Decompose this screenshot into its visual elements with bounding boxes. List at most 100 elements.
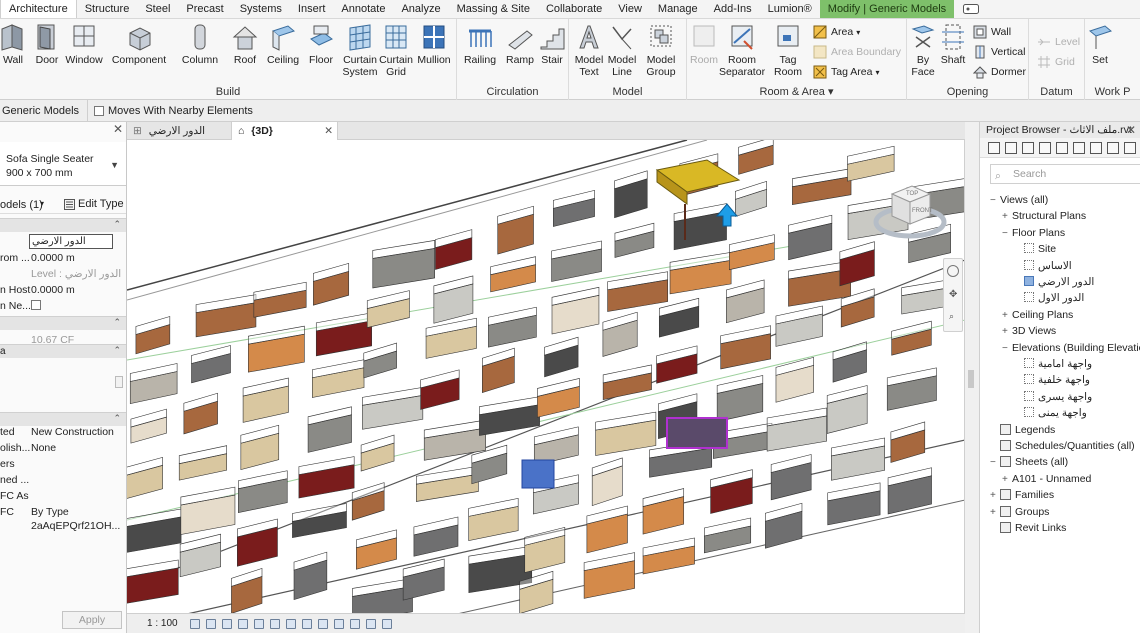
grid-tool[interactable]: Grid: [1037, 53, 1075, 71]
steering-wheel-icon[interactable]: [947, 265, 959, 277]
view-scale[interactable]: 1 : 100: [127, 618, 187, 629]
sun-path-icon[interactable]: [222, 618, 232, 629]
views-icon[interactable]: [1005, 141, 1017, 154]
tab-collaborate[interactable]: Collaborate: [538, 0, 610, 18]
curtain-system-tool[interactable]: Curtain System: [342, 23, 378, 78]
door-tool[interactable]: Door: [34, 23, 60, 66]
view-tab-ground-floor[interactable]: ⊞ الدور الارضي: [127, 122, 231, 140]
type-selector[interactable]: Sofa Single Seater 900 x 700 mm ▼: [0, 142, 126, 186]
tab-annotate[interactable]: Annotate: [333, 0, 393, 18]
floor-tool[interactable]: Floor: [306, 23, 336, 66]
tree-item[interactable]: − Floor Plans: [1002, 225, 1065, 241]
window-tool[interactable]: Window: [65, 23, 103, 66]
tab-manage[interactable]: Manage: [650, 0, 706, 18]
families-icon[interactable]: [1056, 141, 1068, 154]
curtain-grid-tool[interactable]: Curtain Grid: [379, 23, 413, 78]
tree-item[interactable]: − Sheets (all): [990, 454, 1068, 470]
sheets-icon[interactable]: [1022, 141, 1034, 154]
wall-opening-tool[interactable]: Wall: [973, 23, 1011, 41]
expand-icon[interactable]: +: [990, 505, 1000, 521]
tree-item[interactable]: + Ceiling Plans: [1002, 307, 1073, 323]
tree-item[interactable]: Revit Links: [990, 520, 1066, 536]
ribbon-toggle-icon[interactable]: [960, 0, 982, 18]
tree-item[interactable]: واجهة يمنى: [1014, 405, 1087, 421]
links-icon[interactable]: [1090, 141, 1102, 154]
expand-icon[interactable]: +: [1002, 209, 1012, 225]
tree-item[interactable]: الدور الارضي: [1014, 274, 1094, 290]
apply-button[interactable]: Apply: [62, 611, 122, 629]
model-text-tool[interactable]: Model Text: [573, 23, 605, 78]
tree-item[interactable]: + A101 - Unnamed: [1002, 471, 1091, 487]
tab-systems[interactable]: Systems: [232, 0, 290, 18]
crop-region-icon[interactable]: [302, 618, 312, 629]
ceiling-tool[interactable]: Ceiling: [264, 23, 302, 66]
tree-item[interactable]: Site: [1014, 241, 1056, 257]
tab-view[interactable]: View: [610, 0, 650, 18]
collapse-icon[interactable]: −: [1002, 226, 1012, 242]
view-tab-3d[interactable]: ⌂ {3D} ✕: [231, 122, 338, 140]
room-separator-tool[interactable]: Room Separator: [719, 23, 765, 78]
selected-armchair[interactable]: [521, 459, 555, 489]
collapse-icon[interactable]: −: [990, 455, 1000, 471]
temporary-hide-icon[interactable]: [318, 618, 328, 629]
tab-precast[interactable]: Precast: [178, 0, 231, 18]
vertical-opening-tool[interactable]: Vertical: [973, 43, 1025, 61]
schedules-icon[interactable]: [1039, 141, 1051, 154]
scroll-thumb[interactable]: [968, 370, 974, 388]
tree-item[interactable]: + Groups: [990, 504, 1049, 520]
shaft-tool[interactable]: Shaft: [939, 23, 967, 66]
expand-icon[interactable]: +: [1002, 324, 1012, 340]
tag-room-tool[interactable]: Tag Room: [771, 23, 805, 78]
column-tool[interactable]: Column: [181, 23, 219, 66]
tree-item[interactable]: واجهة امامية: [1014, 356, 1092, 372]
tab-architecture[interactable]: Architecture: [0, 0, 77, 18]
detail-level-icon[interactable]: [190, 618, 200, 629]
expand-icon[interactable]: +: [1002, 472, 1012, 488]
groups-icon[interactable]: [1073, 141, 1085, 154]
wall-tool[interactable]: Wall: [0, 23, 26, 66]
tab-modify-generic-models[interactable]: Modify | Generic Models: [819, 0, 955, 18]
tree-item[interactable]: + Families: [990, 487, 1054, 503]
link-icon[interactable]: [1124, 141, 1136, 154]
model-group-tool[interactable]: Model Group: [641, 23, 681, 78]
browser-search-input[interactable]: ⌕ Search: [990, 164, 1140, 184]
home-icon[interactable]: [988, 141, 1000, 154]
render-icon[interactable]: [254, 618, 264, 629]
tab-massing-site[interactable]: Massing & Site: [449, 0, 538, 18]
reveal-hidden-icon[interactable]: [334, 618, 344, 629]
collapse-icon[interactable]: −: [990, 193, 1000, 209]
moves-with-nearby-checkbox[interactable]: Moves With Nearby Elements: [94, 105, 253, 117]
checkbox-box[interactable]: [94, 105, 104, 116]
viewport-scrollbar[interactable]: [965, 140, 979, 614]
tab-lumion[interactable]: Lumion®: [760, 0, 820, 18]
scroll-thumb[interactable]: [115, 376, 123, 388]
level-tool[interactable]: Level: [1037, 33, 1080, 51]
stair-tool[interactable]: Stair: [539, 23, 565, 66]
by-face-tool[interactable]: By Face: [909, 23, 937, 78]
tree-item[interactable]: واجهة خلفية: [1014, 372, 1090, 388]
tree-item[interactable]: Legends: [990, 422, 1055, 438]
set-tool[interactable]: Set: [1085, 23, 1115, 66]
close-icon[interactable]: ✕: [113, 122, 123, 136]
shadows-icon[interactable]: [238, 618, 248, 629]
group-header-identity[interactable]: a ⌃: [0, 344, 126, 358]
pan-icon[interactable]: ✥: [949, 289, 957, 300]
checkbox[interactable]: [31, 300, 41, 310]
area-tool[interactable]: Area ▾: [813, 23, 860, 41]
filter-icon[interactable]: [1107, 141, 1119, 154]
tree-item[interactable]: − Views (all): [990, 192, 1048, 208]
lock-icon[interactable]: [270, 618, 280, 629]
railing-tool[interactable]: Railing: [463, 23, 497, 66]
highlight-displacement-icon[interactable]: [366, 618, 376, 629]
collapse-icon[interactable]: −: [1002, 341, 1012, 357]
tag-area-tool[interactable]: Tag Area ▾: [813, 63, 879, 81]
close-icon[interactable]: ✕: [1126, 123, 1136, 137]
tree-item[interactable]: الاساس: [1014, 258, 1072, 274]
viewcube[interactable]: TOP FRONT: [872, 180, 948, 246]
ramp-tool[interactable]: Ramp: [505, 23, 535, 66]
tree-item[interactable]: − Elevations (Building Elevation): [1002, 340, 1140, 356]
crop-icon[interactable]: [286, 618, 296, 629]
tree-item[interactable]: +3D Views: [1002, 323, 1056, 339]
mullion-tool[interactable]: Mullion: [416, 23, 452, 66]
analytical-model-icon[interactable]: [350, 618, 360, 629]
